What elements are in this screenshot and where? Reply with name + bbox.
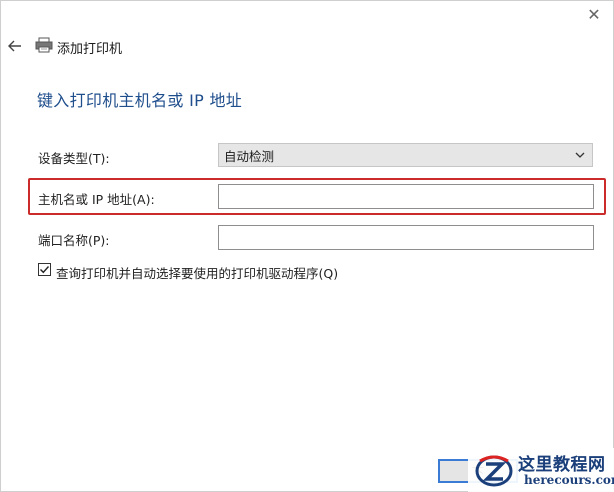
watermark-logo-icon	[475, 455, 513, 487]
port-name-input[interactable]	[218, 225, 594, 250]
query-driver-checkbox[interactable]	[38, 263, 51, 276]
hostname-input[interactable]	[218, 184, 594, 209]
query-driver-label[interactable]: 查询打印机并自动选择要使用的打印机驱动程序(Q)	[56, 263, 338, 282]
printer-icon	[35, 37, 53, 53]
chevron-down-icon	[575, 152, 585, 158]
back-arrow-icon	[8, 40, 21, 52]
checkmark-icon	[40, 266, 50, 274]
close-icon: ✕	[587, 4, 601, 24]
device-type-label: 设备类型(T):	[38, 151, 110, 166]
port-name-label: 端口名称(P):	[38, 233, 110, 248]
close-button[interactable]: ✕	[580, 2, 608, 26]
device-type-selected-value: 自动检测	[224, 148, 275, 164]
watermark-title: 这里教程网	[518, 455, 606, 475]
watermark: 这里教程网 herecours.com	[468, 448, 614, 492]
hostname-label: 主机名或 IP 地址(A):	[38, 192, 155, 207]
watermark-url: herecours.com	[524, 473, 614, 487]
page-heading: 键入打印机主机名或 IP 地址	[37, 91, 243, 110]
window-title: 添加打印机	[57, 42, 123, 57]
device-type-select[interactable]: 自动检测	[218, 143, 593, 167]
back-button[interactable]	[5, 36, 25, 56]
